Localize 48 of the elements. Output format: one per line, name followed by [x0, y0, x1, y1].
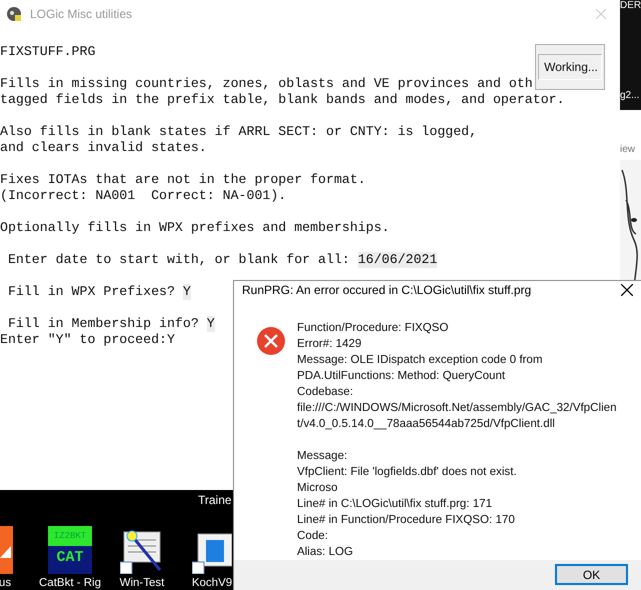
desktop-icon-label[interactable]: CatBkt - Rig — [39, 577, 101, 590]
error-message-line: file:///C:/WINDOWS/Microsoft.Net/assembly/GAC_32/VfpClien — [297, 400, 617, 416]
error-message-line: Line# in Function/Procedure FIXQSO: 170 — [297, 512, 516, 528]
icon-label-text: CAT — [48, 546, 92, 574]
dialog-title: RunPRG: An error occured in C:\LOGic\util\fix stuff.prg — [242, 283, 532, 298]
error-message-line: Codebase: — [297, 384, 354, 400]
error-message-line: t/v4.0_0.5.14.0__78aaa56544ab725d/VfpClient.dll — [297, 416, 556, 432]
console-text: Enter "Y" to proceed:Y — [0, 332, 175, 348]
app-shortcut-icon[interactable] — [0, 526, 12, 574]
error-message-line: Alias: LOG — [297, 544, 354, 560]
icon-label-text: IZ2BKT — [48, 526, 92, 546]
desktop-icon-label[interactable]: Traine — [198, 493, 232, 507]
desktop-text: iew — [620, 144, 636, 156]
answer-field[interactable]: Y — [182, 284, 191, 300]
prompt-text: Enter date to start with, or blank for all: — [6, 252, 351, 268]
prompt-text: Fill in WPX Prefixes? — [6, 284, 176, 300]
window-title: LOGic Misc utilities — [30, 7, 134, 21]
console-text: FIXSTUFF.PRG — [0, 44, 96, 60]
console-text: Optionally fills in WPX prefixes and memberships. — [0, 220, 390, 236]
prompt-text: Fill in Membership info? — [6, 316, 200, 332]
desktop-icon-label[interactable]: KochV9 — [192, 577, 232, 590]
error-message-line: Code: — [297, 528, 329, 544]
error-message-line: Microso — [297, 480, 339, 496]
error-message-line: Message: — [297, 448, 348, 464]
console-text: Also fills in blank states if ARRL SECT: or CNTY: is logged, — [0, 124, 478, 140]
close-button[interactable] — [621, 284, 633, 296]
answer-field[interactable]: 16/06/2021 — [358, 252, 438, 268]
desktop-icon-label[interactable]: us — [0, 577, 12, 590]
console-text: Fixes IOTAs that are not in the proper format. — [0, 172, 366, 188]
error-message-line: Message: OLE IDispatch exception code 0 from — [297, 352, 544, 368]
desktop-text: g2... — [620, 90, 640, 102]
error-icon — [256, 326, 286, 356]
app-logo-icon — [6, 6, 22, 22]
console-text: tagged fields in the prefix table, blank bands and modes, and operator. — [0, 92, 565, 108]
desktop-text: DER — [620, 0, 641, 12]
error-message-line: Function/Procedure: FIXQSO — [297, 320, 450, 336]
cat-app-icon[interactable]: IZ2BKT CAT — [48, 526, 92, 574]
error-message-line: Line# in C:\LOGic\util\fix stuff.prg: 171 — [297, 496, 494, 512]
working-button[interactable]: Working... — [538, 54, 602, 80]
error-message-line: VfpClient: File 'logfields.dbf' does not exist. — [297, 464, 518, 480]
console-text: (Incorrect: NA001 Correct: NA-001). — [0, 188, 286, 204]
error-message-line: PDA.UtilFunctions: Method: QueryCount — [297, 368, 506, 384]
console-text: Fills in missing countries, zones, oblasts and VE provinces and oth — [0, 76, 533, 92]
desktop-icon-label[interactable]: Win-Test — [120, 577, 164, 590]
ok-button[interactable]: OK — [555, 564, 628, 586]
console-text: and clears invalid states. — [0, 140, 207, 156]
answer-field[interactable]: Y — [206, 316, 215, 332]
error-message-line: Error#: 1429 — [297, 336, 362, 352]
